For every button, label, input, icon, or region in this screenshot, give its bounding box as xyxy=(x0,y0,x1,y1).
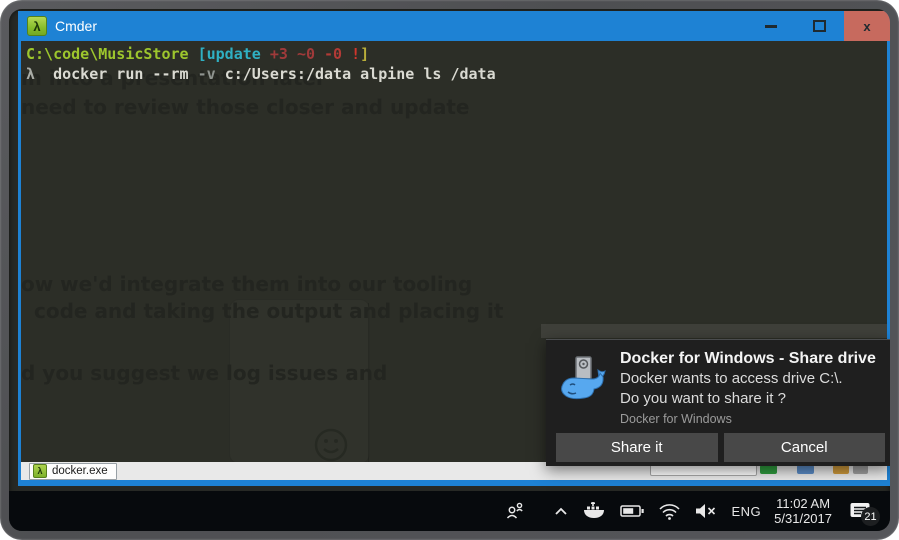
toast-title: Docker for Windows - Share drive xyxy=(620,348,882,369)
close-icon: x xyxy=(863,19,870,34)
docker-whale-icon xyxy=(558,354,610,406)
docker-tray-whale-icon[interactable] xyxy=(582,501,607,521)
git-close-bracket: ] xyxy=(360,45,369,63)
prompt-path: C:\code\MusicStore xyxy=(26,45,189,63)
volume-muted-icon[interactable] xyxy=(694,502,718,520)
screenshot-stage: λ Cmder x m xyxy=(0,0,899,540)
command-text: docker run --rm xyxy=(53,65,188,83)
toast-text-block: Docker for Windows - Share drive Docker … xyxy=(620,348,882,426)
window-controls: x xyxy=(746,11,890,41)
action-center-icon[interactable]: 21 xyxy=(849,501,872,521)
minimize-icon xyxy=(765,25,777,28)
windows-taskbar: ENG 11:02 AM 5/31/2017 21 xyxy=(9,491,890,531)
statusbar-pill-orange xyxy=(833,465,849,474)
toast-body-line2: Do you want to share it ? xyxy=(620,389,882,409)
clock-time: 11:02 AM xyxy=(774,496,832,511)
tab-lambda-icon: λ xyxy=(33,464,47,478)
git-branch: [update xyxy=(198,45,261,63)
ghost-smiley-icon xyxy=(312,426,350,462)
ghost-text-line: code and taking the output and placing i… xyxy=(34,299,503,323)
console-tab-docker[interactable]: λ docker.exe xyxy=(29,463,117,480)
share-it-button[interactable]: Share it xyxy=(556,433,718,462)
git-modified: ~0 xyxy=(297,45,315,63)
maximize-button[interactable] xyxy=(796,11,842,41)
close-button[interactable]: x xyxy=(844,11,890,41)
window-bottom-border xyxy=(18,480,890,486)
ghost-text-line: need to review those closer and update xyxy=(21,95,469,119)
maximize-icon xyxy=(813,20,826,32)
toast-source-app: Docker for Windows xyxy=(620,412,882,426)
hidden-icons-chevron-icon[interactable] xyxy=(553,504,569,518)
language-indicator[interactable]: ENG xyxy=(731,504,761,519)
statusbar-pill-green xyxy=(760,465,777,474)
clock-date: 5/31/2017 xyxy=(774,511,832,526)
notification-count-badge: 21 xyxy=(861,507,880,526)
ghost-window-band xyxy=(541,324,887,338)
ghost-text-line: ow we'd integrate them into our tooling xyxy=(21,272,472,296)
toast-body-line1: Docker wants to access drive C:\. xyxy=(620,369,882,389)
cancel-toast-button[interactable]: Cancel xyxy=(724,433,886,462)
git-removed: -0 xyxy=(324,45,342,63)
command-line: λ docker run --rm -v c:/Users:/data alpi… xyxy=(21,64,887,84)
lambda-prompt: λ xyxy=(26,65,35,83)
tab-label: docker.exe xyxy=(52,465,108,477)
window-title: Cmder xyxy=(55,18,97,34)
command-args: c:/Users:/data alpine ls /data xyxy=(225,65,496,83)
cmder-titlebar[interactable]: λ Cmder x xyxy=(18,11,890,41)
statusbar-pill-blue xyxy=(797,465,814,474)
taskbar-clock[interactable]: 11:02 AM 5/31/2017 xyxy=(774,496,832,526)
prompt-line: C:\code\MusicStore [update +3 ~0 -0 !] xyxy=(21,41,887,64)
battery-icon[interactable] xyxy=(620,503,645,519)
people-icon[interactable] xyxy=(504,500,526,522)
statusbar-pill-gray xyxy=(853,465,868,474)
toast-buttons-row: Share it Cancel xyxy=(556,433,885,462)
minimize-button[interactable] xyxy=(748,11,794,41)
command-flag: -v xyxy=(198,65,216,83)
wifi-icon[interactable] xyxy=(658,501,681,521)
ghost-text-line: d you suggest we log issues and xyxy=(21,361,387,385)
windows-desktop: λ Cmder x m xyxy=(9,9,890,531)
git-bang: ! xyxy=(351,45,360,63)
cmder-lambda-icon: λ xyxy=(27,16,47,36)
docker-toast-notification[interactable]: Docker for Windows - Share drive Docker … xyxy=(546,339,890,466)
git-added: +3 xyxy=(270,45,288,63)
